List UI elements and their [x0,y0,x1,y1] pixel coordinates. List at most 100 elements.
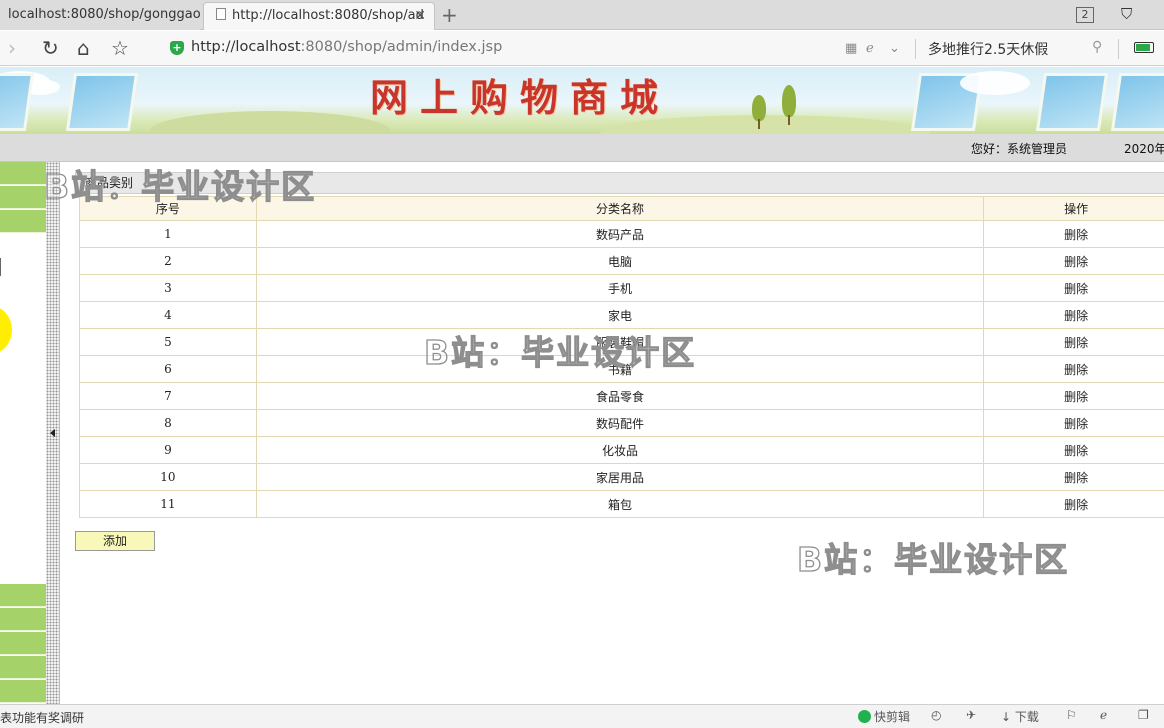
flag-icon[interactable]: ⚐ [1066,708,1077,722]
search-input[interactable]: 多地推行2.5天休假 [928,39,1048,59]
window-count-badge[interactable]: 2 [1076,7,1094,23]
speed-icon[interactable]: ◴ [931,708,941,722]
window-decoration [1035,73,1109,131]
kuaijianji-button[interactable]: 快剪辑 [858,708,910,725]
window-decoration [65,73,139,131]
menu-item[interactable] [0,632,46,655]
download-button[interactable]: ↓ 下载 [1001,708,1039,725]
chevron-down-icon[interactable]: ⌄ [889,41,900,56]
menu-item[interactable] [0,656,46,679]
row-name: 手机 [255,274,985,302]
header-name: 分类名称 [255,196,985,221]
row-seq: 7 [79,382,257,410]
table-row: 4 家电 删除 [79,301,1164,329]
ie-mode-icon[interactable]: ℯ [866,41,874,56]
menu-item[interactable] [0,608,46,631]
new-tab-button[interactable]: + [441,2,458,28]
menu-item[interactable] [0,680,46,703]
window-decoration [1110,73,1164,131]
add-category-button[interactable]: 添加 [75,531,155,551]
delete-link[interactable]: 删除 [983,382,1164,410]
divider [1118,39,1119,59]
site-title: 网上购物商城 [370,75,671,120]
delete-link[interactable]: 删除 [983,355,1164,383]
window-decoration [0,73,35,131]
qr-icon[interactable]: ▦ [845,41,857,56]
table-row: 1 数码产品 删除 [79,220,1164,248]
home-icon[interactable]: ⌂ [77,36,90,60]
delete-link[interactable]: 删除 [983,463,1164,491]
table-row: 3 手机 删除 [79,274,1164,302]
row-seq: 3 [79,274,257,302]
delete-link[interactable]: 删除 [983,436,1164,464]
secure-shield-icon: + [170,41,184,55]
download-label: 下载 [1014,710,1039,724]
table-row: 11 箱包 删除 [79,490,1164,518]
row-seq: 1 [79,220,257,248]
header-op: 操作 [983,196,1164,221]
download-icon: ↓ [1001,710,1012,724]
browser-toolbar: › ↻ ⌂ ☆ + http://localhost:8080/shop/adm… [0,31,1164,66]
delete-link[interactable]: 删除 [983,220,1164,248]
tree-decoration [782,85,796,117]
delete-link[interactable]: 删除 [983,409,1164,437]
ie-icon[interactable]: ℯ [1100,708,1107,722]
tree-trunk [788,115,790,125]
menu-marker [0,258,2,276]
bookmark-star-icon[interactable]: ☆ [111,36,129,60]
delete-link[interactable]: 删除 [983,301,1164,329]
menu-item[interactable] [0,162,46,185]
survey-link[interactable]: 表功能有奖调研 [0,709,84,726]
skin-icon[interactable]: ⛉ [1121,5,1132,23]
delete-link[interactable]: 删除 [983,490,1164,518]
divider [915,39,916,59]
row-name: 数码配件 [255,409,985,437]
battery-icon [1134,42,1154,53]
delete-link[interactable]: 删除 [983,274,1164,302]
pin-icon[interactable]: ✈ [966,708,976,722]
reload-icon[interactable]: ↻ [42,36,59,60]
menu-item[interactable] [0,186,46,209]
url-path: :8080/shop/admin/index.jsp [300,39,503,55]
forward-icon[interactable]: › [8,36,16,60]
watermark: B站：毕业设计区 [43,166,317,206]
kuaijianji-label: 快剪辑 [874,710,911,724]
watermark: B站：毕业设计区 [796,539,1070,579]
tab-gonggao[interactable]: localhost:8080/shop/gonggao [0,2,200,30]
tab-label: localhost:8080/shop/gonggao [8,7,200,22]
row-name: 家居用品 [255,463,985,491]
table-row: 2 电脑 删除 [79,247,1164,275]
row-name: 食品零食 [255,382,985,410]
row-name: 化妆品 [255,436,985,464]
tab-label: http://localhost:8080/shop/ad [232,8,424,23]
menu-item[interactable] [0,210,46,233]
page-icon [216,8,226,20]
play-icon [858,710,871,723]
collapse-arrow-icon[interactable] [50,429,55,437]
row-seq: 6 [79,355,257,383]
search-icon[interactable]: ⚲ [1092,39,1102,55]
row-seq: 2 [79,247,257,275]
table-row: 8 数码配件 删除 [79,409,1164,437]
greeting-text: 您好：系统管理员 [971,142,1068,156]
left-menu [0,162,46,704]
user-info-bar: 您好：系统管理员 2020年4 [0,134,1164,162]
window-restore-icon[interactable]: ❐ [1138,708,1149,722]
address-bar[interactable]: http://localhost:8080/shop/admin/index.j… [191,39,502,55]
main-content: 商品类别 序号 分类名称 操作 1 数码产品 删除 2 电脑 删除 3 手机 删除 4 家电删… [61,162,1164,704]
current-date: 2020年4 [1124,142,1164,156]
row-seq: 10 [79,463,257,491]
row-name: 电脑 [255,247,985,275]
tree-decoration [752,95,766,121]
row-seq: 8 [79,409,257,437]
hill-decoration [150,111,390,134]
browser-tab-strip: localhost:8080/shop/gonggao http://local… [0,0,1164,30]
close-tab-icon[interactable]: ✕ [414,3,426,29]
table-row: 7 食品零食 删除 [79,382,1164,410]
browser-status-bar: 表功能有奖调研 快剪辑 ◴ ✈ ↓ 下载 ⚐ ℯ ❐ [0,704,1164,728]
tab-admin-index[interactable]: http://localhost:8080/shop/ad ✕ [203,2,435,30]
cursor-highlight [0,306,12,354]
delete-link[interactable]: 删除 [983,247,1164,275]
delete-link[interactable]: 删除 [983,328,1164,356]
menu-item[interactable] [0,584,46,607]
